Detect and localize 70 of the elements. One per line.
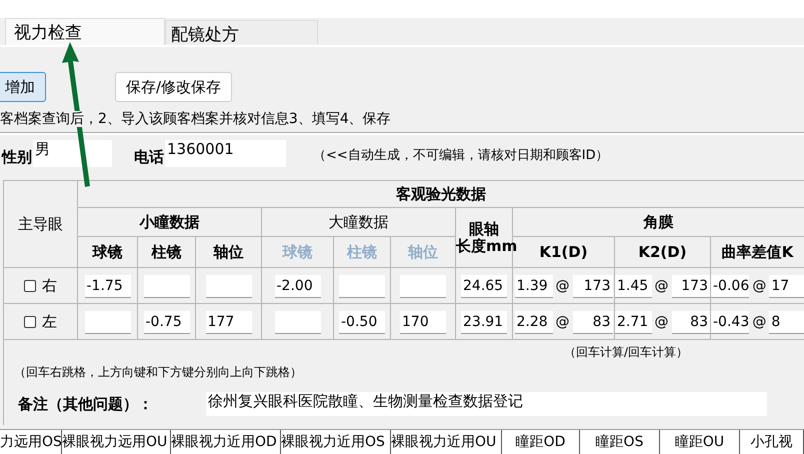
input-field[interactable]: 83 bbox=[572, 310, 612, 333]
input-field[interactable] bbox=[144, 274, 190, 297]
input-field[interactable]: -0.75 bbox=[144, 310, 190, 333]
instruction-text: 客档案查询后，2、导入该顾客档案并核对信息3、填写4、保存 bbox=[0, 111, 391, 127]
field-label: 电话 bbox=[134, 148, 164, 167]
tab[interactable]: 配镜处方 bbox=[165, 20, 318, 44]
column-header: 小孔视 bbox=[740, 430, 804, 454]
save-button[interactable]: 保存/修改保存 bbox=[115, 72, 232, 102]
column-header: 裸眼视力近用OU bbox=[391, 430, 502, 454]
input-field[interactable]: 1360001 bbox=[165, 140, 286, 167]
input-field[interactable]: 23.91 bbox=[461, 310, 507, 333]
input-field[interactable] bbox=[84, 310, 130, 333]
table-title: 客观验光数据 bbox=[78, 180, 804, 208]
input-field[interactable]: 173 bbox=[672, 274, 710, 297]
checkbox[interactable] bbox=[24, 280, 36, 292]
column-header: 轴位 bbox=[196, 236, 262, 268]
input-field[interactable]: 173 bbox=[572, 274, 612, 297]
hint-text: （回车计算/回车计算） bbox=[564, 344, 688, 362]
at-sign: @ bbox=[556, 278, 570, 294]
input-field[interactable]: 83 bbox=[672, 310, 710, 333]
input-field[interactable]: 2.71 bbox=[615, 310, 652, 333]
hint-text: （<<自动生成，不可编辑，请核对日期和顾客ID） bbox=[313, 147, 609, 164]
column-header: 柱镜 bbox=[138, 236, 196, 268]
column-header: 瞳距OU bbox=[660, 430, 740, 454]
column-header: K2(D) bbox=[614, 236, 710, 268]
input-field[interactable]: 8 bbox=[769, 310, 804, 333]
at-sign: @ bbox=[752, 314, 766, 330]
column-header: 裸眼视力近用OD bbox=[171, 430, 281, 454]
input-field[interactable]: 2.28 bbox=[514, 310, 552, 333]
remark-label: 备注（其他问题）： bbox=[18, 394, 154, 414]
input-field[interactable]: 1.39 bbox=[514, 274, 552, 297]
input-field[interactable]: 170 bbox=[400, 310, 446, 333]
remark-field[interactable]: 徐州复兴眼科医院散瞳、生物测量检查数据登记 bbox=[206, 392, 767, 416]
column-header: 瞳距OD bbox=[502, 430, 580, 454]
input-field[interactable] bbox=[339, 274, 385, 297]
column-header: 瞳距OS bbox=[580, 430, 660, 454]
column-header: 裸眼视力近用OS bbox=[281, 430, 391, 454]
eye-label: 右 bbox=[42, 276, 57, 295]
input-field[interactable]: 24.65 bbox=[461, 274, 507, 297]
field-label: 性别 bbox=[2, 148, 32, 167]
hint-text: （回车右跳格，上方向键和下方键分别向上向下跳格） bbox=[14, 364, 302, 382]
input-field[interactable]: 1.45 bbox=[615, 274, 652, 297]
input-field[interactable]: -0.50 bbox=[339, 310, 385, 333]
eye-label: 左 bbox=[42, 312, 57, 331]
column-header: 眼轴 bbox=[469, 221, 500, 238]
column-header: 主导眼 bbox=[4, 180, 78, 268]
input-field[interactable] bbox=[274, 310, 320, 333]
add-button[interactable]: 增加 bbox=[0, 72, 46, 102]
input-field[interactable]: 17 bbox=[769, 274, 804, 297]
at-sign: @ bbox=[556, 314, 570, 330]
input-field[interactable] bbox=[206, 274, 252, 297]
column-header: 球镜 bbox=[78, 236, 138, 268]
column-header: 裸眼视力远用OU bbox=[62, 430, 171, 454]
column-header: 球镜 bbox=[262, 236, 334, 268]
at-sign: @ bbox=[752, 278, 766, 294]
tab[interactable]: 视力检查 bbox=[5, 18, 165, 45]
input-field[interactable] bbox=[400, 274, 446, 297]
input-field[interactable]: -1.75 bbox=[84, 274, 130, 297]
checkbox[interactable] bbox=[24, 316, 36, 328]
at-sign: @ bbox=[654, 314, 669, 330]
column-header: 力远用OS bbox=[0, 430, 62, 454]
input-field[interactable]: -0.43 bbox=[711, 310, 750, 333]
at-sign: @ bbox=[654, 278, 669, 294]
input-field[interactable]: 177 bbox=[206, 310, 252, 333]
group-header: 小瞳数据 bbox=[78, 208, 262, 237]
input-field[interactable]: -2.00 bbox=[274, 274, 320, 297]
input-field[interactable]: -0.06 bbox=[711, 274, 750, 297]
input-field[interactable]: 男 bbox=[33, 140, 112, 167]
column-header: 柱镜 bbox=[334, 236, 390, 268]
group-header: 大瞳数据 bbox=[262, 208, 456, 237]
